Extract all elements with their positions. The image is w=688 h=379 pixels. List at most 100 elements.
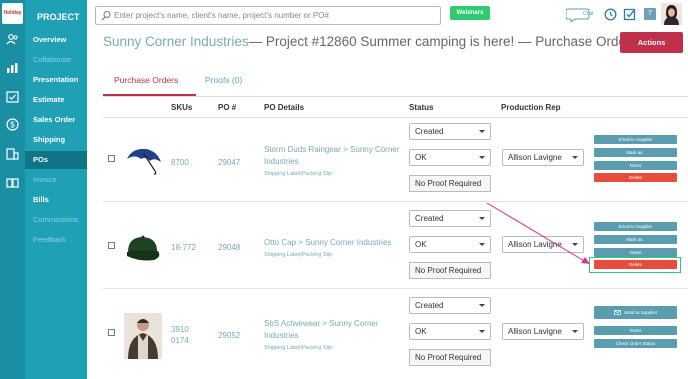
search-input[interactable] (114, 9, 434, 22)
row-divider (103, 288, 688, 289)
sku-value[interactable]: 3910 0174 (171, 324, 189, 346)
sidebar-item-sales-order[interactable]: Sales Order (25, 111, 87, 129)
chevron-down-icon (479, 330, 485, 333)
task-check-icon[interactable] (623, 8, 636, 21)
tab-proofs[interactable]: Proofs (0) (205, 75, 242, 85)
sidebar-item-overview[interactable]: Overview (25, 31, 87, 49)
sku-value[interactable]: 18-772 (171, 242, 196, 253)
email-to-supplier-button[interactable]: Email to Supplier (594, 222, 677, 231)
delete-highlight-box (589, 257, 681, 273)
sku-value[interactable]: 8700 (171, 157, 189, 168)
status-select[interactable]: Created (409, 210, 491, 227)
building-icon[interactable] (6, 147, 19, 160)
po-details-link[interactable]: Otto Cap > Sunny Corner Industries (264, 237, 404, 249)
clock-icon[interactable] (604, 8, 617, 21)
shipping-packing-links[interactable]: Shipping Label|Packing Slip (264, 345, 404, 351)
production-rep-value: Allison Lavigne (508, 327, 562, 336)
book-icon[interactable] (6, 176, 19, 189)
proof-status-select[interactable]: OK (409, 236, 491, 253)
sidebar-item-shipping[interactable]: Shipping (25, 131, 87, 149)
dollar-icon[interactable]: $ (6, 118, 19, 131)
po-details-link[interactable]: Storm Duds Raingear > Sunny Corner Indus… (264, 144, 404, 168)
notification-badge[interactable]: 7 (644, 8, 656, 20)
user-avatar[interactable] (661, 3, 682, 25)
email-to-supplier-button[interactable]: Email to Supplier (594, 135, 677, 144)
po-details-link[interactable]: SbS Actwewear > Sunny Corner Industries (264, 318, 404, 342)
proof-status-select[interactable]: OK (409, 323, 491, 340)
envelope-icon (613, 310, 624, 316)
vest-product-image (124, 313, 162, 361)
production-rep-select[interactable]: Allison Lavigne (502, 149, 584, 166)
po-details: SbS Actwewear > Sunny Corner Industries … (264, 318, 404, 351)
sidebar-item-estimate[interactable]: Estimate (25, 91, 87, 109)
shipping-packing-links[interactable]: Shipping Label|Packing Slip (264, 171, 404, 177)
search-icon (101, 10, 112, 21)
actions-button[interactable]: Actions (620, 32, 683, 53)
project-title-text: — Project #12860 Summer camping is here!… (248, 34, 638, 49)
proof-required-field: No Proof Required (409, 349, 491, 366)
chat-label: Chat (583, 11, 594, 17)
sidebar-item-presentation[interactable]: Presentation (25, 71, 87, 89)
client-name-link[interactable]: Sunny Corner Industries (103, 34, 249, 49)
sidebar-item-feedback[interactable]: Feedback (25, 231, 87, 249)
chevron-down-icon (479, 156, 485, 159)
tab-purchase-orders[interactable]: Purchase Orders (114, 75, 178, 85)
chevron-down-icon (479, 243, 485, 246)
check-order-status-button[interactable]: Check Order Status (594, 339, 677, 348)
production-rep-value: Allison Lavigne (508, 153, 562, 162)
proof-status-select[interactable]: OK (409, 149, 491, 166)
users-icon[interactable] (6, 33, 19, 46)
chevron-down-icon (572, 156, 578, 159)
project-sidebar: PROJECT Overview Collaborate Presentatio… (25, 0, 87, 379)
chevron-down-icon (479, 130, 485, 133)
production-rep-select[interactable]: Allison Lavigne (502, 236, 584, 253)
chevron-down-icon (572, 330, 578, 333)
svg-text:$: $ (10, 121, 15, 130)
po-number[interactable]: 29048 (218, 242, 240, 253)
mark-as-button[interactable]: Mark as.. (594, 148, 677, 157)
shipping-packing-links[interactable]: Shipping Label|Packing Slip (264, 252, 404, 258)
status-select[interactable]: Created (409, 123, 491, 140)
row-select-checkbox[interactable] (108, 155, 115, 162)
col-header-po: PO # (218, 103, 237, 112)
cap-product-image (124, 232, 164, 266)
po-details: Otto Cap > Sunny Corner Industries Shipp… (264, 237, 404, 258)
sidebar-item-invoice[interactable]: Invoice (25, 171, 87, 189)
send-to-supplier-button[interactable]: Send to Supplier (594, 306, 677, 319)
webinars-button[interactable]: Webinars (450, 6, 490, 20)
production-rep-value: Allison Lavigne (508, 240, 562, 249)
proof-status-value: OK (415, 327, 427, 336)
col-header-production-rep: Production Rep (501, 103, 561, 112)
sidebar-item-pos[interactable]: POs (25, 151, 87, 169)
proof-status-value: OK (415, 153, 427, 162)
send-to-supplier-label: Send to Supplier (623, 310, 658, 315)
status-select[interactable]: Created (409, 297, 491, 314)
delete-button[interactable]: Delete (594, 173, 677, 182)
notes-button[interactable]: Notes (594, 326, 677, 335)
col-header-po-details: PO Details (264, 103, 305, 112)
production-rep-select[interactable]: Allison Lavigne (502, 323, 584, 340)
col-header-skus: SKUs (171, 103, 193, 112)
sidebar-item-collaborate[interactable]: Collaborate (25, 51, 87, 69)
sidebar-item-commissions[interactable]: Commissions (25, 211, 87, 229)
notes-button[interactable]: Notes (594, 248, 677, 257)
header-divider (103, 117, 688, 118)
page-title: Sunny Corner Industries— Project #12860 … (103, 34, 637, 49)
mark-as-button[interactable]: Mark as.. (594, 235, 677, 244)
status-select-value: Created (415, 301, 444, 310)
row-select-checkbox[interactable] (108, 329, 115, 336)
tabs-divider (103, 96, 688, 97)
app-window: Holiday $ PROJECT Overview Collaborate P… (0, 0, 688, 379)
row-select-checkbox[interactable] (108, 242, 115, 249)
sidebar-item-bills[interactable]: Bills (25, 191, 87, 209)
chevron-down-icon (479, 304, 485, 307)
proof-required-field: No Proof Required (409, 262, 491, 279)
po-number[interactable]: 29052 (218, 330, 240, 341)
calendar-check-icon[interactable] (6, 90, 19, 103)
company-logo[interactable]: Holiday (2, 3, 23, 24)
po-number[interactable]: 29047 (218, 157, 240, 168)
global-search (95, 6, 441, 25)
chart-icon[interactable] (6, 61, 19, 74)
notes-button[interactable]: Notes (594, 161, 677, 170)
chevron-down-icon (479, 217, 485, 220)
